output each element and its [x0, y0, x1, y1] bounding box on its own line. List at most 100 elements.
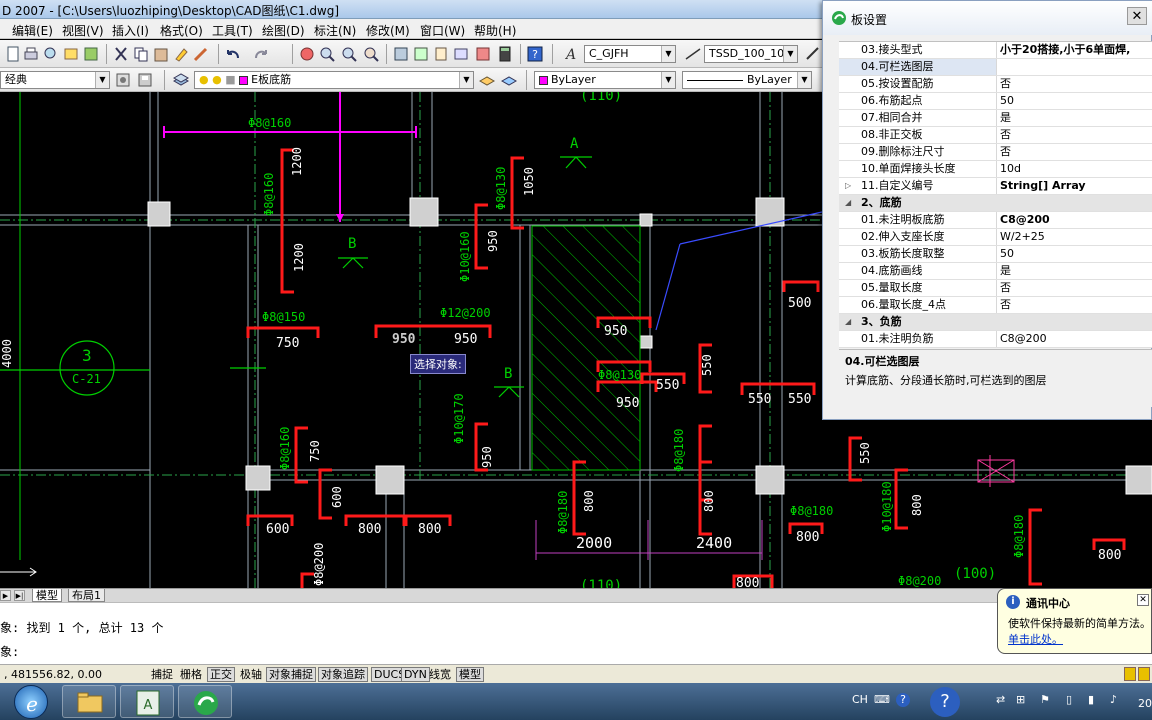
lineweight-toggle[interactable]: 线宽 [426, 667, 454, 682]
linetype-select[interactable]: ByLayer ▼ [682, 71, 812, 89]
dim-style-select[interactable]: TSSD_100_100 ▼ [704, 45, 798, 63]
layer-previous-icon[interactable] [500, 71, 518, 89]
tool-palettes-icon[interactable] [432, 45, 450, 63]
property-row[interactable]: 10.单面焊接头长度 10d [839, 161, 1152, 178]
paste-icon[interactable] [152, 45, 170, 63]
tab-prev-icon[interactable]: ▶ [0, 590, 11, 601]
action-center-icon[interactable]: ⚑ [1040, 693, 1050, 706]
zoom-realtime-icon[interactable] [318, 45, 336, 63]
device-icon[interactable]: ▯ [1066, 693, 1072, 706]
property-value[interactable]: W/2+25 [997, 229, 1152, 245]
property-value[interactable]: C8@200 [997, 331, 1152, 347]
property-value[interactable] [997, 59, 1152, 75]
tab-last-icon[interactable]: ▶| [14, 590, 25, 601]
volume-icon[interactable]: ♪ [1110, 693, 1117, 706]
close-icon[interactable]: ✕ [1127, 7, 1147, 25]
property-value[interactable]: 否 [997, 297, 1152, 313]
property-row[interactable]: 05.按设置配筋否 [839, 76, 1152, 93]
workspace-select[interactable]: 经典 ▼ [0, 71, 110, 89]
markup-icon[interactable] [474, 45, 492, 63]
command-prompt[interactable]: 象: [0, 643, 19, 660]
menu-tools[interactable]: 工具(T) [212, 22, 253, 39]
property-value[interactable]: 50 [997, 246, 1152, 262]
property-value[interactable]: C8@200 [997, 212, 1152, 228]
property-category[interactable]: ◢ 3、负筋 [839, 314, 1152, 331]
help-icon[interactable]: ? [526, 45, 544, 63]
property-row[interactable]: 07.相同合并是 [839, 110, 1152, 127]
undo-icon[interactable] [224, 45, 242, 63]
block-editor-icon[interactable] [192, 45, 210, 63]
design-center-icon[interactable] [412, 45, 430, 63]
menu-view[interactable]: 视图(V) [62, 22, 104, 39]
menu-insert[interactable]: 插入(I) [112, 22, 149, 39]
model-toggle[interactable]: 模型 [456, 667, 484, 682]
match-properties-icon[interactable] [172, 45, 190, 63]
language-indicator[interactable]: CH [852, 693, 868, 706]
snap-toggle[interactable]: 捕捉 [148, 667, 176, 682]
structure-app-taskbar-icon[interactable] [178, 685, 232, 718]
color-select[interactable]: ByLayer ▼ [534, 71, 676, 89]
property-value[interactable]: 否 [997, 280, 1152, 296]
property-row[interactable]: 05.量取长度否 [839, 280, 1152, 297]
menu-edit[interactable]: 编辑(E) [12, 22, 53, 39]
close-icon[interactable]: ✕ [1137, 594, 1149, 606]
menu-format[interactable]: 格式(O) [160, 22, 203, 39]
property-row[interactable]: 04.可栏选图层 [839, 59, 1152, 76]
pan-icon[interactable] [298, 45, 316, 63]
workspace-save-icon[interactable] [136, 71, 154, 89]
command-window[interactable]: 象: 找到 1 个, 总计 13 个 象: [0, 602, 1152, 664]
property-value[interactable]: 50 [997, 93, 1152, 109]
property-value[interactable]: 是 [997, 110, 1152, 126]
sheet-set-icon[interactable] [452, 45, 470, 63]
tab-layout1[interactable]: 布局1 [68, 589, 105, 602]
property-row[interactable]: 06.量取长度_4点否 [839, 297, 1152, 314]
zoom-previous-icon[interactable] [362, 45, 380, 63]
property-row[interactable]: 06.布筋起点 50 [839, 93, 1152, 110]
property-row[interactable]: 01.未注明负筋 C8@200 [839, 331, 1152, 348]
menu-dimension[interactable]: 标注(N) [314, 22, 356, 39]
menu-help[interactable]: 帮助(H) [474, 22, 516, 39]
start-button-icon[interactable]: e [14, 685, 48, 719]
ortho-toggle[interactable]: 正交 [207, 667, 235, 682]
property-row[interactable]: 01.未注明板底筋 C8@200 [839, 212, 1152, 229]
calculator-icon[interactable] [496, 45, 514, 63]
grid-toggle[interactable]: 栅格 [177, 667, 205, 682]
help-center-icon[interactable]: ? [930, 687, 960, 717]
redo-icon[interactable] [252, 45, 270, 63]
3d-dwf-icon[interactable] [82, 45, 100, 63]
make-object-layer-current-icon[interactable] [478, 71, 496, 89]
publish-icon[interactable] [62, 45, 80, 63]
lock-icon[interactable] [1124, 667, 1136, 681]
workspace-settings-icon[interactable] [114, 71, 132, 89]
property-row[interactable]: 09.删除标注尺寸否 [839, 144, 1152, 161]
new-file-icon[interactable] [4, 45, 22, 63]
balloon-link[interactable]: 单击此处。 [1008, 631, 1063, 647]
text-style-select[interactable]: C_GJFH ▼ [584, 45, 676, 63]
preview-icon[interactable] [42, 45, 60, 63]
keyboard-icon[interactable]: ⌨ [874, 693, 890, 706]
osnap-toggle[interactable]: 对象捕捉 [266, 667, 316, 682]
print-icon[interactable] [22, 45, 40, 63]
menu-draw[interactable]: 绘图(D) [262, 22, 305, 39]
otrack-toggle[interactable]: 对象追踪 [318, 667, 368, 682]
polar-toggle[interactable]: 极轴 [237, 667, 265, 682]
property-row[interactable]: 08.非正交板否 [839, 127, 1152, 144]
property-value[interactable]: 否 [997, 127, 1152, 143]
menu-window[interactable]: 窗口(W) [420, 22, 465, 39]
menu-modify[interactable]: 修改(M) [366, 22, 410, 39]
property-row[interactable]: 02.伸入支座长度 W/2+25 [839, 229, 1152, 246]
property-value[interactable]: 否 [997, 144, 1152, 160]
copy-icon[interactable] [132, 45, 150, 63]
tab-model[interactable]: 模型 [32, 589, 62, 602]
property-row[interactable]: ▷ 11.自定义编号 String[] Array [839, 178, 1152, 195]
property-value[interactable]: 否 [997, 76, 1152, 92]
property-row[interactable]: 03.接头型式 小于20搭接,小于6单面焊, [839, 42, 1152, 59]
autocad-taskbar-icon[interactable]: A [120, 685, 174, 718]
zoom-window-icon[interactable] [340, 45, 358, 63]
property-row[interactable]: 04.底筋画线是 [839, 263, 1152, 280]
property-value[interactable]: 小于20搭接,小于6单面焊, [997, 42, 1152, 58]
cut-icon[interactable] [112, 45, 130, 63]
property-value[interactable]: 是 [997, 263, 1152, 279]
layer-properties-icon[interactable] [172, 71, 190, 89]
layer-select[interactable]: ● ● ■ E板底筋 ▼ [194, 71, 474, 89]
